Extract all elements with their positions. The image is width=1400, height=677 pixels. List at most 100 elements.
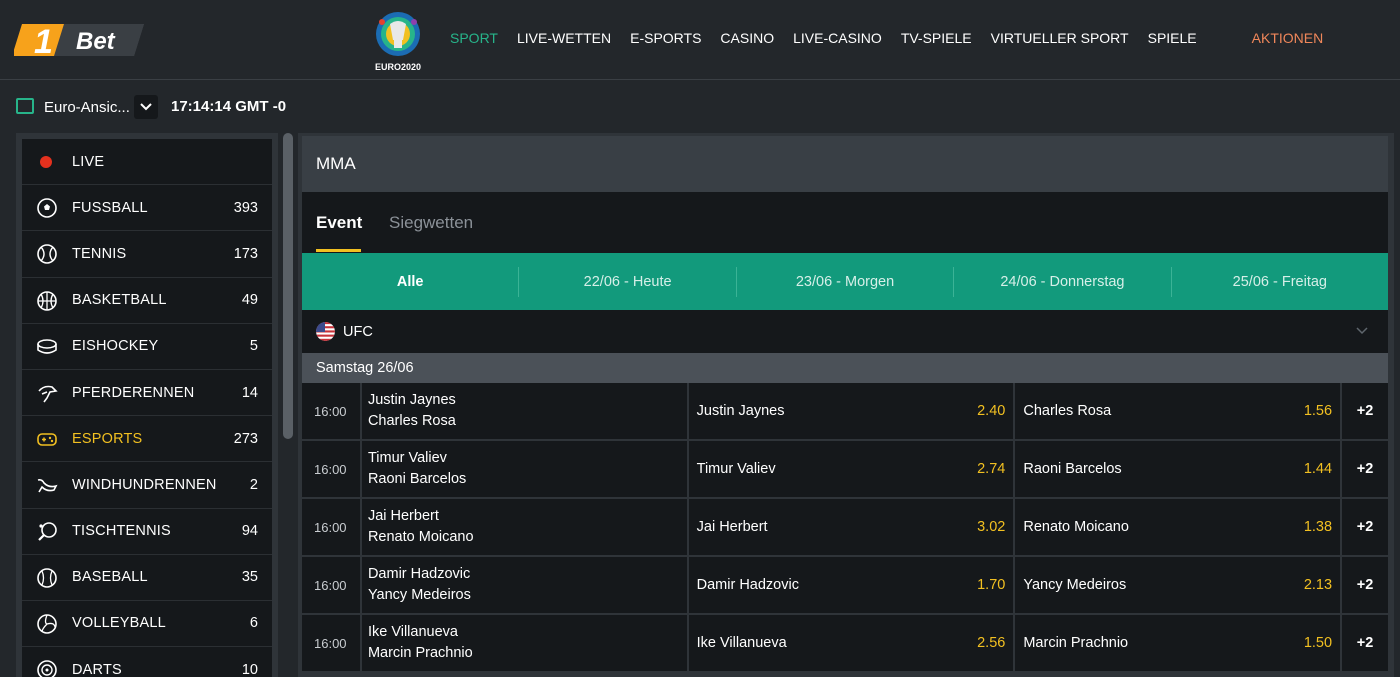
odds-format-label[interactable]: Euro-Ansic... (44, 99, 130, 116)
league-header[interactable]: UFC (302, 310, 1388, 353)
sidebar-item-label: VOLLEYBALL (72, 615, 166, 632)
odds-value: 1.38 (1303, 519, 1333, 535)
sidebar-item-tennis[interactable]: TENNIS 173 (22, 231, 272, 278)
sidebar-item-pferderennen[interactable]: PFERDERENNEN 14 (22, 369, 272, 417)
event-time: 16:00 (302, 383, 362, 439)
more-markets-button[interactable]: +2 (1342, 499, 1388, 555)
date-filter-today[interactable]: 22/06 - Heute (518, 266, 735, 297)
odds-label: Renato Moicano (1023, 519, 1129, 535)
odds-button-home[interactable]: Timur Valiev 2.74 (689, 441, 1016, 497)
more-markets-button[interactable]: +2 (1342, 441, 1388, 497)
sidebar-item-count: 10 (241, 661, 258, 677)
sidebar-item-tischtennis[interactable]: TISCHTENNIS 94 (22, 508, 272, 555)
sidebar-item-basketball[interactable]: BASKETBALL 49 (22, 277, 272, 324)
chevron-down-icon[interactable] (1356, 327, 1368, 335)
more-markets-button[interactable]: +2 (1342, 615, 1388, 671)
odds-format-dropdown[interactable] (134, 95, 158, 119)
odds-button-away[interactable]: Renato Moicano 1.38 (1015, 499, 1343, 555)
odds-button-home[interactable]: Ike Villanueva 2.56 (689, 615, 1016, 671)
event-time: 16:00 (302, 499, 362, 555)
odds-value: 1.44 (1303, 461, 1333, 477)
nav-virtueller-sport[interactable]: VIRTUELLER SPORT (991, 30, 1129, 46)
home-fighter: Jai Herbert (367, 508, 439, 524)
odds-label: Marcin Prachnio (1023, 635, 1129, 651)
date-filter-thursday[interactable]: 24/06 - Donnerstag (953, 266, 1170, 297)
nav-spiele[interactable]: SPIELE (1148, 30, 1197, 46)
tab-siegwetten[interactable]: Siegwetten (389, 213, 473, 233)
event-time: 16:00 (302, 441, 362, 497)
logo-text: Bet (76, 28, 116, 55)
event-tabs: Event Siegwetten (302, 192, 1388, 253)
nav-sport[interactable]: SPORT (450, 30, 498, 46)
baseball-icon (37, 567, 57, 588)
nav-casino[interactable]: CASINO (720, 30, 774, 46)
odds-label: Damir Hadzovic (696, 577, 799, 593)
us-flag-icon (316, 322, 335, 341)
away-fighter: Marcin Prachnio (367, 645, 473, 661)
sidebar-item-count: 393 (233, 199, 258, 216)
event-teams[interactable]: Ike Villanueva Marcin Prachnio (362, 615, 689, 671)
sidebar-item-volleyball[interactable]: VOLLEYBALL 6 (22, 600, 272, 648)
nav-live-wetten[interactable]: LIVE-WETTEN (517, 30, 611, 46)
sidebar-item-label: WINDHUNDRENNEN (72, 476, 217, 493)
home-fighter: Timur Valiev (367, 450, 447, 466)
odds-button-away[interactable]: Marcin Prachnio 1.50 (1015, 615, 1343, 671)
more-markets-button[interactable]: +2 (1342, 383, 1388, 439)
away-fighter: Yancy Medeiros (367, 587, 471, 603)
odds-label: Ike Villanueva (696, 635, 787, 651)
tab-event[interactable]: Event (316, 213, 362, 233)
odds-value: 3.02 (977, 519, 1006, 535)
day-header: Samstag 26/06 (302, 353, 1388, 383)
event-teams[interactable]: Jai Herbert Renato Moicano (362, 499, 689, 555)
volleyball-icon (37, 614, 57, 634)
sidebar-item-count: 94 (241, 523, 258, 540)
nav-e-sports[interactable]: E-SPORTS (630, 30, 701, 46)
sidebar-item-count: 273 (233, 430, 258, 447)
sidebar-scrollbar[interactable] (283, 133, 293, 439)
event-teams[interactable]: Justin Jaynes Charles Rosa (362, 383, 689, 439)
date-filter-friday[interactable]: 25/06 - Freitag (1170, 266, 1388, 297)
date-filter-all[interactable]: Alle (302, 267, 518, 297)
nav-live-casino[interactable]: LIVE-CASINO (793, 30, 882, 46)
odds-button-away[interactable]: Raoni Barcelos 1.44 (1015, 441, 1343, 497)
sidebar-item-baseball[interactable]: BASEBALL 35 (22, 554, 272, 601)
sidebar-item-label: LIVE (72, 153, 105, 170)
soccer-ball-icon (37, 198, 57, 218)
tennis-ball-icon (37, 244, 57, 265)
odds-button-away[interactable]: Charles Rosa 1.56 (1015, 383, 1343, 439)
brand-logo[interactable]: 1 Bet (14, 20, 144, 60)
odds-value: 1.56 (1303, 403, 1333, 419)
nav-aktionen[interactable]: AKTIONEN (1252, 30, 1324, 46)
sidebar-item-count: 5 (249, 338, 258, 355)
odds-button-home[interactable]: Justin Jaynes 2.40 (689, 383, 1016, 439)
sidebar-item-count: 49 (241, 292, 258, 309)
away-fighter: Raoni Barcelos (367, 471, 467, 487)
sidebar-item-windhundrennen[interactable]: WINDHUNDRENNEN 2 (22, 462, 272, 509)
odds-view-icon[interactable] (16, 98, 34, 114)
odds-value: 1.50 (1303, 635, 1333, 651)
nav-tv-spiele[interactable]: TV-SPIELE (901, 30, 972, 46)
home-fighter: Ike Villanueva (367, 624, 458, 640)
sidebar-item-count: 6 (249, 615, 258, 632)
odds-value: 2.13 (1303, 577, 1333, 593)
sidebar-item-eishockey[interactable]: EISHOCKEY 5 (22, 323, 272, 370)
sidebar-item-fussball[interactable]: FUSSBALL 393 (22, 185, 272, 232)
date-filter-tomorrow[interactable]: 23/06 - Morgen (735, 266, 953, 297)
event-teams[interactable]: Damir Hadzovic Yancy Medeiros (362, 557, 689, 613)
sidebar-item-label: BASKETBALL (72, 292, 167, 309)
event-teams[interactable]: Timur Valiev Raoni Barcelos (362, 441, 689, 497)
euro2020-logo[interactable]: EURO2020 (368, 10, 428, 72)
odds-button-home[interactable]: Jai Herbert 3.02 (689, 499, 1016, 555)
odds-value: 2.40 (977, 403, 1006, 419)
sidebar-item-esports[interactable]: ESPORTS 273 (22, 416, 272, 463)
sidebar-item-live[interactable]: LIVE (22, 139, 272, 186)
sidebar-item-darts[interactable]: DARTS 10 (22, 647, 272, 677)
clock-display: 17:14:14 GMT -0 (171, 98, 287, 115)
away-fighter: Renato Moicano (367, 529, 474, 545)
odds-button-away[interactable]: Yancy Medeiros 2.13 (1015, 557, 1343, 613)
odds-label: Raoni Barcelos (1023, 461, 1122, 477)
more-markets-button[interactable]: +2 (1342, 557, 1388, 613)
sidebar-item-count: 173 (233, 245, 258, 262)
odds-button-home[interactable]: Damir Hadzovic 1.70 (689, 557, 1016, 613)
sport-title: MMA (302, 136, 1388, 192)
